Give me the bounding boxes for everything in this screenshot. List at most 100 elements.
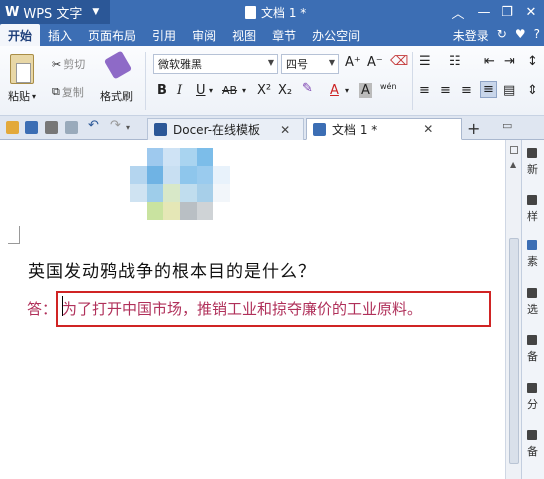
bold-icon: B: [157, 83, 167, 98]
bullet-list-button[interactable]: ☰: [419, 54, 431, 69]
bold-button[interactable]: B: [157, 83, 167, 98]
question-text[interactable]: 英国发动鸦战争的根本目的是什么？: [28, 257, 316, 282]
decrease-indent-button[interactable]: ⇤: [484, 54, 495, 69]
font-size-select[interactable]: 四号 ▼: [281, 54, 339, 74]
scrollbar-thumb[interactable]: [509, 238, 519, 464]
sort-button[interactable]: ↕: [527, 54, 538, 69]
close-window-button[interactable]: ✕: [518, 2, 544, 22]
menu-bar: 开始 插入 页面布局 引用 审阅 视图 章节 办公空间 未登录 ↻ ♥ ?: [0, 24, 544, 46]
open-folder-icon[interactable]: [6, 121, 19, 134]
underline-button[interactable]: U: [196, 83, 206, 98]
menu-page-layout[interactable]: 页面布局: [80, 24, 144, 46]
italic-icon: I: [177, 83, 183, 98]
collapse-ribbon-button[interactable]: ︿: [445, 2, 471, 22]
underline-dropdown[interactable]: ▾: [209, 86, 213, 95]
menu-office-space[interactable]: 办公空间: [304, 24, 368, 46]
paste-icon[interactable]: [10, 54, 34, 84]
strikethrough-dropdown[interactable]: ▾: [242, 86, 246, 95]
chevron-down-icon: ▼: [267, 58, 274, 67]
pane-item-select[interactable]: 选: [527, 288, 538, 317]
strikethrough-button[interactable]: AB: [222, 84, 237, 97]
pane-item-label: 样: [527, 210, 538, 223]
superscript-button[interactable]: X²: [257, 83, 271, 98]
align-center-button[interactable]: ≡: [440, 83, 451, 98]
menu-review[interactable]: 审阅: [184, 24, 224, 46]
pane-item-share[interactable]: 分: [527, 383, 538, 412]
menu-view[interactable]: 视图: [224, 24, 264, 46]
document-canvas[interactable]: 英国发动鸦战争的根本目的是什么？ 答： 为了打开中国市场，推销工业和掠夺廉价的工…: [0, 140, 505, 479]
chevron-up-icon: ︿: [451, 6, 465, 22]
subscript-button[interactable]: X₂: [278, 83, 292, 98]
pane-item-label: 备: [527, 445, 538, 458]
new-tab-button[interactable]: +: [467, 119, 480, 138]
highlight-button[interactable]: ✎: [302, 81, 313, 96]
strikethrough-icon: AB: [222, 84, 238, 97]
pane-item-backup[interactable]: 备: [527, 335, 538, 364]
style-icon: [527, 195, 537, 205]
tab-document-1[interactable]: 文档 1 * ✕: [306, 118, 462, 140]
close-icon[interactable]: ✕: [423, 122, 433, 136]
distribute-icon: ▤: [503, 83, 516, 98]
phonetic-guide-button[interactable]: wén: [380, 82, 397, 91]
answer-label[interactable]: 答：: [27, 298, 57, 319]
font-family-select[interactable]: 微软雅黑 ▼: [153, 54, 278, 74]
pane-item-label: 素: [527, 255, 538, 268]
outdent-icon: ⇤: [484, 54, 495, 69]
paste-button[interactable]: 粘贴 ▾: [8, 88, 36, 104]
tab-docer-templates[interactable]: Docer-在线模板 ✕: [147, 118, 304, 140]
tab-list-icon[interactable]: ▭: [502, 119, 515, 132]
menu-references[interactable]: 引用: [144, 24, 184, 46]
pane-item-material[interactable]: 素: [527, 240, 538, 269]
menu-chapter[interactable]: 章节: [264, 24, 304, 46]
line-spacing-button[interactable]: ⇕: [527, 83, 538, 98]
eraser-icon: ⌫: [390, 54, 409, 69]
menu-insert[interactable]: 插入: [40, 24, 80, 46]
restore-button[interactable]: ❐: [494, 2, 520, 22]
font-color-button[interactable]: A: [330, 83, 339, 98]
tab-label: 文档 1 *: [332, 122, 378, 137]
scroll-up-icon[interactable]: ▲: [510, 160, 516, 169]
pane-item-backup-2[interactable]: 备: [527, 430, 538, 459]
pane-item-style[interactable]: 样: [527, 195, 538, 224]
align-left-button[interactable]: ≡: [419, 83, 430, 98]
answer-text[interactable]: 为了打开中国市场，推销工业和掠夺廉价的工业原料。: [62, 298, 422, 319]
increase-indent-button[interactable]: ⇥: [504, 54, 515, 69]
vertical-scrollbar[interactable]: ▲: [505, 140, 521, 479]
grow-font-button[interactable]: A⁺: [345, 55, 361, 70]
char-shading-button[interactable]: A: [359, 83, 372, 98]
copy-button[interactable]: ⧉ 复制: [52, 84, 84, 100]
pane-item-label: 备: [527, 350, 538, 363]
print-icon[interactable]: [45, 121, 58, 134]
pane-item-label: 选: [527, 303, 538, 316]
italic-button[interactable]: I: [177, 83, 182, 98]
font-color-dropdown[interactable]: ▾: [345, 86, 349, 95]
skin-icon[interactable]: ♥: [515, 27, 526, 44]
quick-access-dropdown[interactable]: ▾: [126, 123, 139, 136]
chevron-down-icon: ▾: [209, 86, 214, 95]
split-icon[interactable]: [510, 146, 518, 154]
document-icon: [245, 6, 256, 19]
shrink-font-button[interactable]: A⁻: [367, 55, 383, 70]
align-right-button[interactable]: ≡: [461, 83, 472, 98]
format-painter-button[interactable]: 格式刷: [100, 88, 133, 104]
restore-icon: ❐: [501, 4, 513, 20]
font-color-icon: A: [330, 83, 339, 98]
save-icon[interactable]: [25, 121, 38, 134]
distribute-button[interactable]: ▤: [503, 83, 515, 98]
login-link[interactable]: 未登录: [453, 27, 489, 44]
justify-button[interactable]: ≡: [480, 81, 497, 98]
undo-icon[interactable]: ↶: [88, 118, 101, 133]
redo-icon[interactable]: ↷: [110, 118, 123, 133]
format-painter-icon[interactable]: [103, 50, 133, 80]
menu-home[interactable]: 开始: [0, 24, 41, 46]
clear-format-button[interactable]: ⌫: [390, 54, 408, 69]
app-menu-button[interactable]: W WPS 文字 ▼: [0, 0, 110, 24]
print-preview-icon[interactable]: [65, 121, 78, 134]
sync-icon[interactable]: ↻: [497, 27, 507, 44]
cut-button[interactable]: ✂ 剪切: [52, 56, 85, 72]
divider: [412, 52, 413, 110]
close-icon[interactable]: ✕: [280, 123, 290, 137]
help-icon[interactable]: ?: [534, 27, 540, 44]
numbered-list-button[interactable]: ☷: [449, 54, 461, 69]
pane-item-new[interactable]: 新: [527, 148, 538, 177]
